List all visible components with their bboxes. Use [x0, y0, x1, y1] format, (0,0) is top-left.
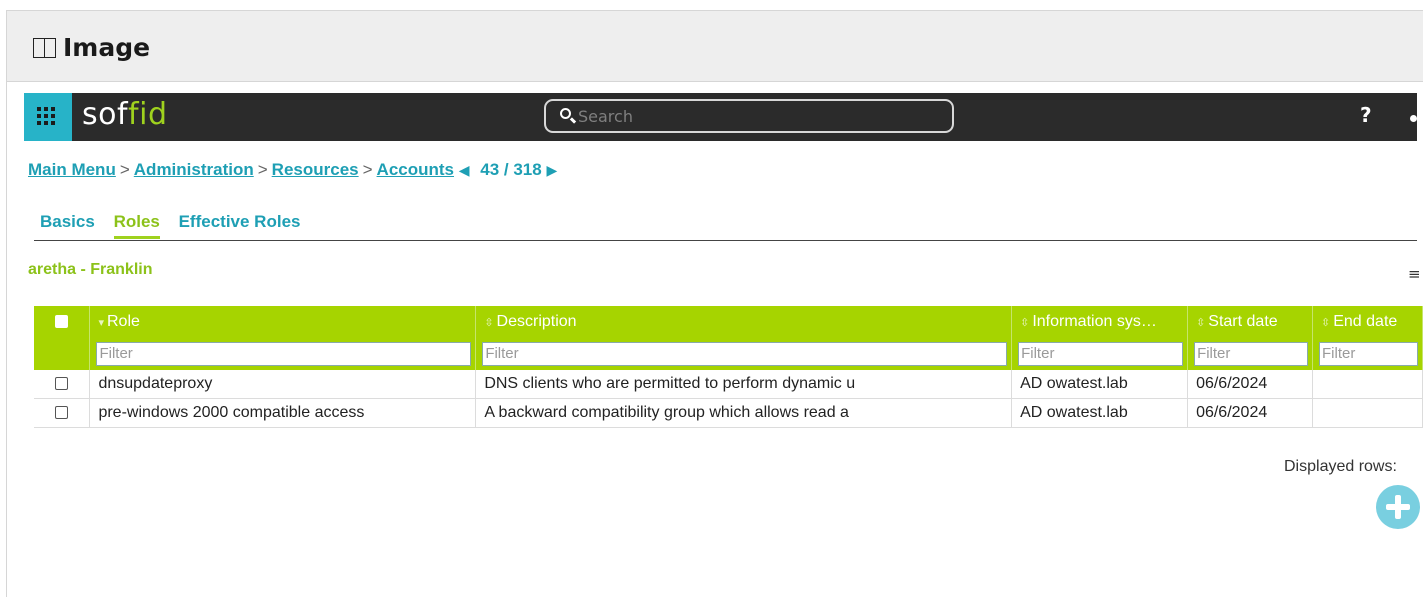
- table-row[interactable]: pre-windows 2000 compatible access A bac…: [34, 398, 1423, 428]
- column-description[interactable]: ⇳ Description: [475, 306, 1013, 337]
- system-cell: AD owatest.lab: [1011, 398, 1189, 428]
- end-date-cell: [1312, 398, 1423, 428]
- system-cell: AD owatest.lab: [1011, 370, 1189, 399]
- row-checkbox[interactable]: [55, 406, 69, 420]
- panel-header: Image: [7, 11, 1423, 82]
- breadcrumb-accounts[interactable]: Accounts: [377, 160, 454, 179]
- end-date-filter-input[interactable]: [1319, 341, 1418, 366]
- previous-record-icon[interactable]: ◀: [459, 162, 470, 178]
- sort-icon: ⇳: [484, 316, 494, 329]
- app-topbar: soffid ?: [24, 93, 1417, 141]
- displayed-rows-label: Displayed rows:: [1284, 458, 1397, 475]
- select-all-cell: [34, 306, 91, 337]
- soffid-logo[interactable]: soffid: [82, 97, 168, 133]
- breadcrumb-resources[interactable]: Resources: [272, 160, 359, 179]
- column-information-system[interactable]: ⇳ Information sys…: [1011, 306, 1189, 337]
- table-menu-icon[interactable]: ≡: [1408, 265, 1421, 283]
- breadcrumb-administration[interactable]: Administration: [134, 160, 254, 179]
- start-date-filter-input[interactable]: [1194, 341, 1309, 366]
- user-menu-icon[interactable]: [1410, 115, 1417, 122]
- next-record-icon[interactable]: ▶: [546, 162, 557, 178]
- role-cell: pre-windows 2000 compatible access: [89, 398, 477, 428]
- breadcrumb-main-menu[interactable]: Main Menu: [28, 160, 116, 179]
- tab-basics[interactable]: Basics: [40, 212, 95, 236]
- description-cell: DNS clients who are permitted to perform…: [475, 370, 1013, 399]
- apps-grid-icon[interactable]: [24, 93, 72, 141]
- filter-row: [34, 337, 1423, 370]
- column-role[interactable]: ▾ Role: [89, 306, 477, 337]
- sort-icon: ⇳: [1196, 316, 1206, 329]
- sort-icon: ⇳: [1321, 316, 1331, 329]
- sort-icon: ⇳: [1020, 316, 1030, 329]
- add-role-button[interactable]: [1376, 485, 1420, 529]
- information-system-filter-input[interactable]: [1018, 341, 1184, 366]
- account-name: aretha - Franklin: [28, 261, 153, 278]
- search-box[interactable]: [544, 99, 954, 133]
- tab-bar: Basics Roles Effective Roles: [40, 212, 314, 239]
- start-date-cell: 06/6/2024: [1187, 398, 1314, 428]
- panel-columns-icon: [33, 38, 56, 58]
- tab-effective-roles[interactable]: Effective Roles: [179, 212, 301, 236]
- record-pager: 43 / 318: [480, 160, 542, 179]
- tab-divider: [34, 240, 1417, 241]
- select-all-checkbox[interactable]: [55, 314, 69, 328]
- panel-title: Image: [63, 33, 151, 62]
- sort-desc-icon: ▾: [98, 316, 104, 329]
- breadcrumb: Main Menu > Administration > Resources > Accou…: [28, 160, 558, 179]
- search-input[interactable]: [578, 103, 938, 129]
- column-start-date[interactable]: ⇳ Start date: [1187, 306, 1314, 337]
- row-checkbox[interactable]: [55, 377, 69, 391]
- help-button[interactable]: ?: [1360, 103, 1372, 127]
- role-cell: dnsupdateproxy: [89, 370, 477, 399]
- roles-table: ▾ Role ⇳ Description ⇳ Information sys… ⇳ St…: [34, 306, 1423, 428]
- table-row[interactable]: dnsupdateproxy DNS clients who are permi…: [34, 370, 1423, 399]
- search-icon: [560, 108, 571, 119]
- description-cell: A backward compatibility group which all…: [475, 398, 1013, 428]
- tab-roles[interactable]: Roles: [113, 212, 160, 239]
- role-filter-input[interactable]: [96, 341, 472, 366]
- start-date-cell: 06/6/2024: [1187, 370, 1314, 399]
- table-header-row: ▾ Role ⇳ Description ⇳ Information sys… ⇳ St…: [34, 306, 1423, 337]
- column-end-date[interactable]: ⇳ End date: [1312, 306, 1423, 337]
- end-date-cell: [1312, 370, 1423, 399]
- description-filter-input[interactable]: [482, 341, 1008, 366]
